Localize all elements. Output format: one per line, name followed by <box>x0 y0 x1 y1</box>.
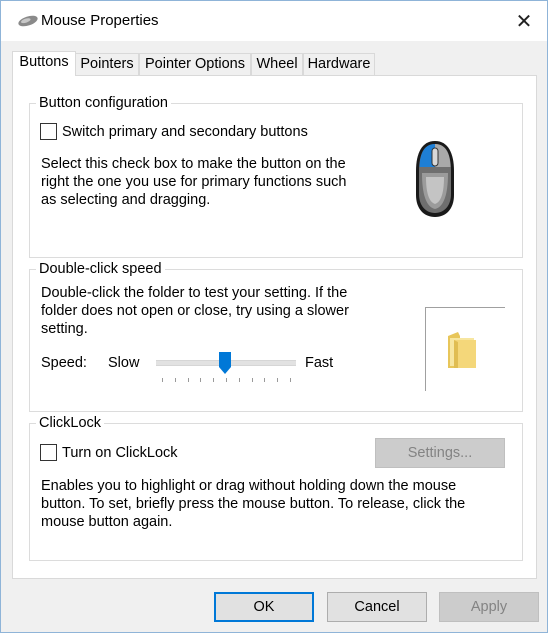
mouse-icon <box>416 141 454 217</box>
slider-tick <box>238 378 240 382</box>
cancel-button[interactable]: Cancel <box>327 592 427 622</box>
description-line: right the one you use for primary functi… <box>41 174 347 190</box>
description-line: setting. <box>41 321 88 337</box>
tab-wheel[interactable]: Wheel <box>251 53 303 75</box>
slider-tick <box>213 378 215 382</box>
folder-icon <box>448 332 476 368</box>
close-icon: ✕ <box>515 10 533 33</box>
tab-buttons[interactable]: Buttons <box>12 51 76 76</box>
description-line: Select this check box to make the button… <box>41 156 346 172</box>
group-title: Double-click speed <box>36 261 165 278</box>
switch-buttons-checkbox[interactable] <box>40 123 57 140</box>
tab-hardware[interactable]: Hardware <box>303 53 375 75</box>
slider-tick <box>226 378 227 382</box>
apply-button[interactable]: Apply <box>439 592 539 622</box>
window-title: Mouse Properties <box>41 12 159 29</box>
mouse-properties-window: Mouse Properties ✕ Buttons Pointers Poin… <box>0 0 548 633</box>
clicklock-checkbox[interactable] <box>40 444 57 461</box>
description-line: button. To set, briefly press the mouse … <box>41 496 466 512</box>
description-line: as selecting and dragging. <box>41 192 211 208</box>
double-click-description: Double-click the folder to test your set… <box>41 284 401 338</box>
button-label: Settings... <box>407 445 473 461</box>
switch-buttons-checkbox-row[interactable]: Switch primary and secondary buttons <box>40 123 308 140</box>
slider-tick <box>174 378 176 382</box>
tab-label: Buttons <box>19 54 69 70</box>
description-line: Double-click the folder to test your set… <box>41 285 348 301</box>
slider-tick <box>277 378 279 382</box>
button-label: Cancel <box>354 599 400 615</box>
clicklock-group: ClickLock Turn on ClickLock Settings... … <box>29 415 523 561</box>
slider-tick <box>162 378 163 382</box>
slow-label: Slow <box>108 355 140 371</box>
slider-tick <box>251 378 253 382</box>
slider-tick <box>290 378 291 382</box>
slider-tick <box>200 378 202 382</box>
switch-buttons-label: Switch primary and secondary buttons <box>62 123 308 140</box>
tab-label: Hardware <box>307 56 371 72</box>
group-title: ClickLock <box>36 415 105 432</box>
tab-label: Wheel <box>256 56 298 72</box>
description-line: Enables you to highlight or drag without… <box>41 478 457 494</box>
slider-tick <box>187 378 189 382</box>
tab-pointer-options[interactable]: Pointer Options <box>139 53 251 75</box>
clicklock-label: Turn on ClickLock <box>62 444 178 461</box>
description-line: mouse button again. <box>41 514 173 530</box>
test-folder-area[interactable] <box>425 307 505 391</box>
group-title: Button configuration <box>36 95 171 112</box>
button-label: OK <box>253 599 275 615</box>
description-line: folder does not open or close, try using… <box>41 303 349 319</box>
tab-label: Pointers <box>80 56 134 72</box>
fast-label: Fast <box>305 355 334 371</box>
slider-tick <box>264 378 266 382</box>
buttons-tab-panel: Button configuration Switch primary and … <box>12 75 537 579</box>
tab-label: Pointer Options <box>145 56 245 72</box>
button-configuration-group: Button configuration Switch primary and … <box>29 95 523 258</box>
double-click-speed-slider[interactable] <box>156 350 296 384</box>
clicklock-description: Enables you to highlight or drag without… <box>41 477 511 531</box>
tab-pointers[interactable]: Pointers <box>75 53 139 75</box>
mouse-app-icon <box>18 15 38 27</box>
double-click-speed-group: Double-click speed Double-click the fold… <box>29 261 523 412</box>
slider-thumb[interactable] <box>218 352 231 374</box>
button-label: Apply <box>470 599 508 615</box>
speed-label: Speed: <box>41 355 87 371</box>
clicklock-checkbox-row[interactable]: Turn on ClickLock <box>40 444 178 461</box>
ok-button[interactable]: OK <box>214 592 314 622</box>
clicklock-settings-button[interactable]: Settings... <box>375 438 505 468</box>
close-button[interactable]: ✕ <box>501 1 547 41</box>
button-config-description: Select this check box to make the button… <box>41 155 381 209</box>
title-bar: Mouse Properties ✕ <box>1 1 547 41</box>
